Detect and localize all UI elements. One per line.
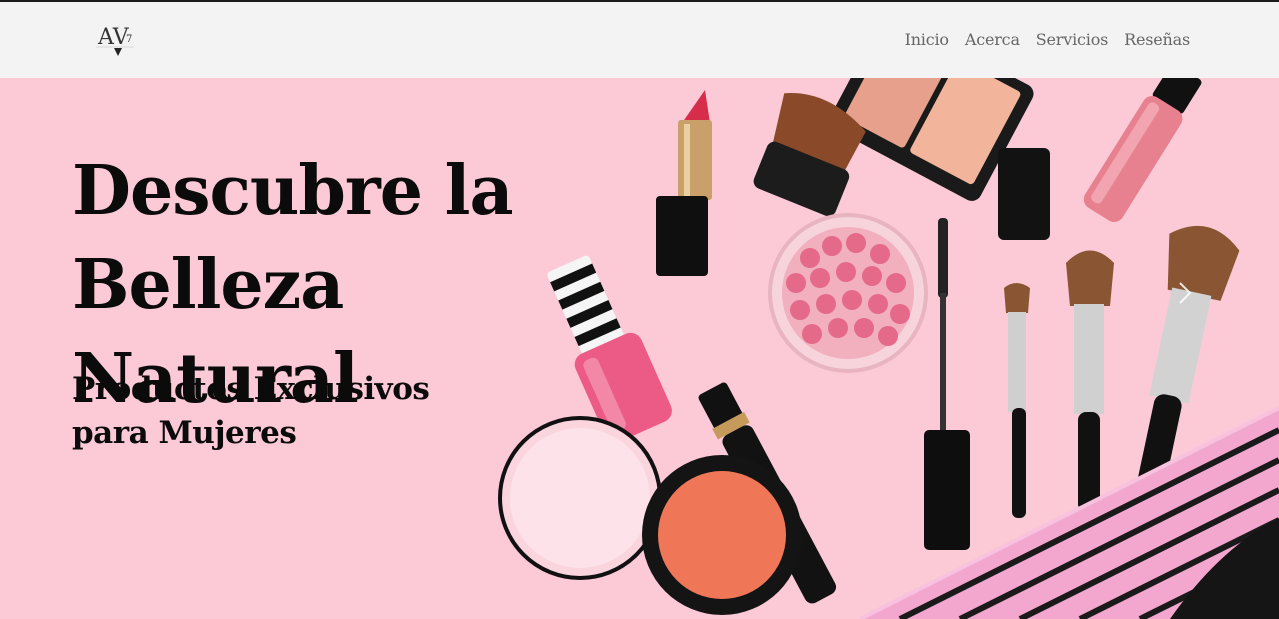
nav-link-servicios[interactable]: Servicios <box>1036 30 1109 49</box>
logo-icon: AV 7 <box>96 25 134 56</box>
logo-text: AV <box>97 25 130 50</box>
nav-link-inicio[interactable]: Inicio <box>905 30 949 49</box>
brand-logo[interactable]: AV 7 <box>94 20 138 60</box>
hero-subtitle: Productos Exclusivos para Mujeres <box>72 371 430 451</box>
nav-link-acerca[interactable]: Acerca <box>965 30 1020 49</box>
chevron-right-icon[interactable] <box>1170 278 1200 308</box>
hero-banner: Descubre la Belleza Natural Productos Ex… <box>0 78 1279 619</box>
navbar: AV 7 Inicio Acerca Servicios Reseñas <box>0 2 1279 78</box>
nav-link-resenas[interactable]: Reseñas <box>1124 30 1190 49</box>
main-nav: Inicio Acerca Servicios Reseñas <box>905 30 1191 49</box>
logo-superscript: 7 <box>126 34 132 45</box>
